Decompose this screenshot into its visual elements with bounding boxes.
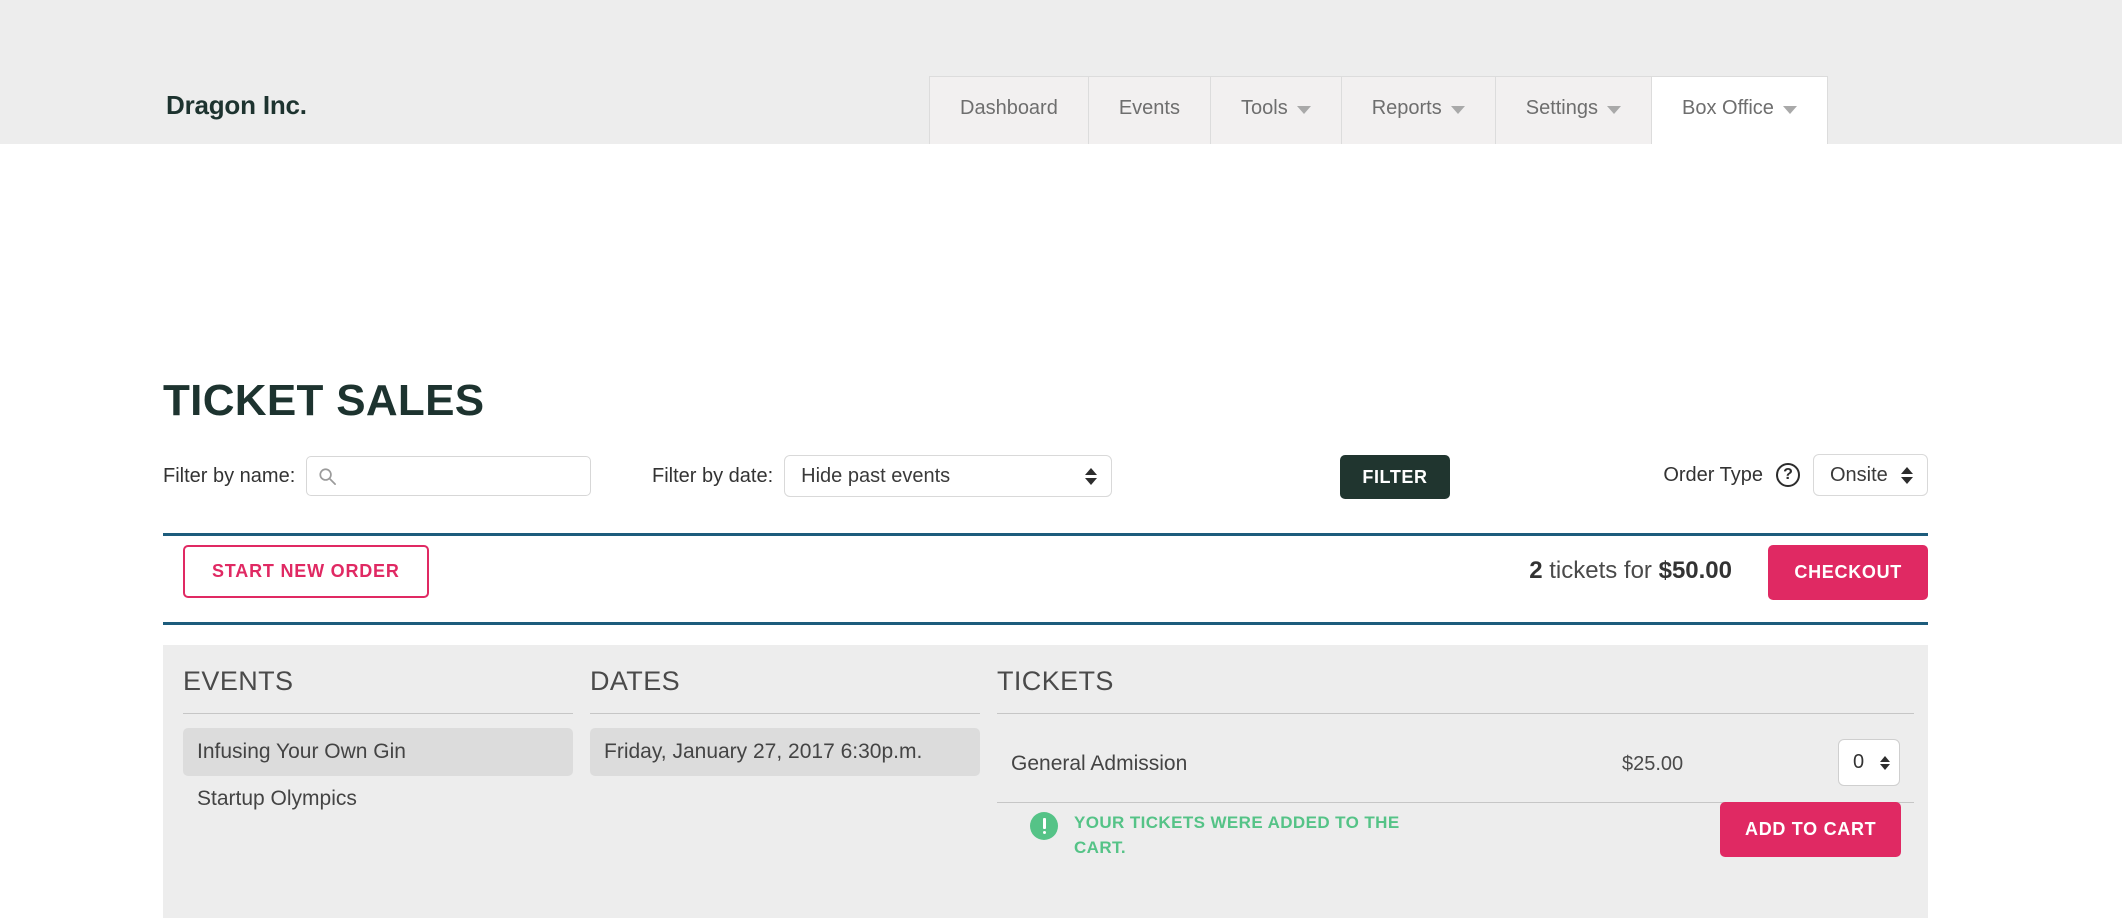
order-type-select[interactable]: Onsite <box>1813 454 1928 496</box>
column-header-tickets: TICKETS <box>997 666 1114 696</box>
cart-success-alert: YOUR TICKETS WERE ADDED TO THE CART. <box>1030 811 1430 860</box>
search-icon <box>319 468 337 485</box>
nav-tab-label: Reports <box>1371 97 1442 119</box>
divider-bottom <box>163 622 1928 625</box>
order-bar: START NEW ORDER 2 tickets for $50.00 CHE… <box>163 536 1928 622</box>
nav-tab-reports[interactable]: Reports <box>1341 77 1496 144</box>
checkout-button[interactable]: CHECKOUT <box>1768 545 1928 600</box>
page-title: TICKET SALES <box>163 376 485 426</box>
filter-by-name-group: Filter by name: <box>163 454 592 498</box>
ticket-price: $25.00 <box>1622 753 1684 775</box>
nav-tab-label: Dashboard <box>960 97 1058 119</box>
column-header-dates: DATES <box>590 666 681 696</box>
filter-by-date-group: Filter by date: Hide past events <box>652 454 1113 498</box>
nav-tab-dashboard[interactable]: Dashboard <box>930 77 1089 144</box>
order-type-label: Order Type <box>1663 463 1763 486</box>
cart-total: $50.00 <box>1658 557 1732 584</box>
chevron-down-icon <box>1782 105 1797 114</box>
search-box[interactable] <box>306 456 592 496</box>
nav-tab-settings[interactable]: Settings <box>1495 77 1652 144</box>
search-input[interactable] <box>343 458 584 494</box>
event-list-item[interactable]: Infusing Your Own Gin <box>183 728 573 776</box>
brand-logo[interactable]: Dragon Inc. <box>166 90 307 121</box>
filter-by-date-label: Filter by date: <box>652 465 774 487</box>
start-new-order-button[interactable]: START NEW ORDER <box>183 545 429 598</box>
ticket-row: General Admission $25.00 0 <box>997 737 1914 797</box>
column-divider-dates <box>590 713 980 714</box>
cart-success-message: YOUR TICKETS WERE ADDED TO THE CART. <box>1074 813 1400 857</box>
chevron-down-icon <box>1296 105 1311 114</box>
cart-summary: 2 tickets for $50.00 <box>1529 557 1732 585</box>
cart-summary-middle: tickets for <box>1542 557 1659 584</box>
exclamation-circle-icon <box>1030 812 1058 840</box>
ticket-name: General Admission <box>1011 752 1188 775</box>
chevron-down-icon <box>1607 105 1621 114</box>
event-list-item[interactable]: Startup Olympics <box>183 775 573 823</box>
filter-toolbar: Filter by name: Filter by date: Hide pas… <box>163 454 1928 504</box>
column-divider-tickets <box>997 713 1914 714</box>
nav-tab-label: Settings <box>1525 97 1598 119</box>
ticket-quantity-value: 0 <box>1853 751 1865 773</box>
ticket-selection-panel: EVENTS DATES TICKETS Infusing Your Own G… <box>163 645 1928 918</box>
order-type-value: Onsite <box>1830 463 1888 486</box>
nav-tab-label: Box Office <box>1682 97 1774 119</box>
nav-tab-tools[interactable]: Tools <box>1211 77 1342 144</box>
filter-by-date-value: Hide past events <box>801 464 951 487</box>
column-header-events: EVENTS <box>183 666 294 696</box>
question-mark-icon[interactable]: ? <box>1776 463 1800 487</box>
site-header: Dragon Inc. Dashboard Events Tools Repor… <box>0 0 2122 144</box>
chevron-down-icon <box>1450 105 1465 114</box>
main-navigation: Dashboard Events Tools Reports Settings … <box>929 76 1828 144</box>
filter-button[interactable]: FILTER <box>1340 455 1450 499</box>
nav-tab-label: Events <box>1118 97 1180 119</box>
nav-tab-box-office[interactable]: Box Office <box>1652 77 1828 144</box>
order-type-group: Order Type ? Onsite <box>1663 454 1928 496</box>
stepper-arrows-icon[interactable] <box>1880 755 1890 770</box>
cart-ticket-count: 2 <box>1529 557 1543 584</box>
filter-by-date-select[interactable]: Hide past events <box>784 455 1113 497</box>
ticket-quantity-stepper[interactable]: 0 <box>1838 739 1900 786</box>
column-divider-events <box>183 713 573 714</box>
nav-tab-label: Tools <box>1241 97 1288 119</box>
select-arrows-icon <box>1085 467 1098 485</box>
add-to-cart-button[interactable]: ADD TO CART <box>1720 802 1902 857</box>
nav-tab-events[interactable]: Events <box>1088 77 1211 144</box>
filter-by-name-label: Filter by name: <box>163 465 296 487</box>
select-arrows-icon <box>1901 466 1913 484</box>
date-list-item[interactable]: Friday, January 27, 2017 6:30p.m. <box>590 728 980 776</box>
